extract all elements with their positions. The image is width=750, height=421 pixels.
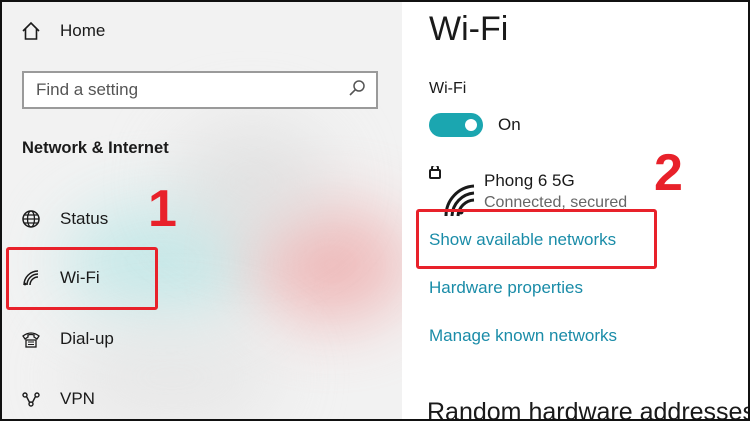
search-icon[interactable] (348, 79, 366, 102)
hardware-properties-link[interactable]: Hardware properties (429, 278, 583, 298)
home-nav-item[interactable]: Home (20, 20, 105, 42)
toggle-state-label: On (498, 115, 521, 134)
page-title: Wi-Fi (429, 10, 509, 48)
sidebar: Home Network & Internet Status Wi-Fi (2, 2, 402, 419)
screenshot-frame: Home Network & Internet Status Wi-Fi (0, 0, 750, 421)
annotation-highlight-box (6, 247, 158, 310)
sidebar-item-vpn[interactable]: VPN (20, 388, 95, 410)
home-icon (20, 20, 42, 42)
search-input[interactable] (36, 80, 336, 100)
wifi-setting-label: Wi-Fi (429, 80, 467, 97)
blur-decoration (252, 207, 402, 322)
sidebar-item-status[interactable]: Status (20, 208, 108, 230)
section-heading: Random hardware addresses (427, 398, 750, 421)
wifi-toggle[interactable] (429, 113, 483, 137)
blur-decoration (172, 122, 332, 242)
section-title: Network & Internet (22, 139, 169, 157)
main-content: Wi-Fi Wi-Fi On Phong 6 5G Connected, sec… (402, 2, 750, 421)
network-name[interactable]: Phong 6 5G (484, 171, 575, 191)
step-number: 1 (148, 180, 177, 238)
sidebar-item-dial-up[interactable]: Dial-up (20, 328, 114, 350)
search-box[interactable] (22, 71, 378, 109)
home-label: Home (60, 21, 106, 40)
sidebar-item-label: Status (60, 209, 109, 228)
sidebar-item-label: Dial-up (60, 329, 114, 348)
sidebar-item-label: VPN (60, 389, 95, 408)
globe-icon (20, 208, 42, 230)
step-number: 2 (654, 144, 683, 202)
manage-known-networks-link[interactable]: Manage known networks (429, 326, 617, 346)
vpn-icon (20, 388, 42, 410)
toggle-knob (465, 119, 477, 131)
phone-icon (20, 328, 42, 350)
annotation-highlight-box (416, 209, 657, 269)
